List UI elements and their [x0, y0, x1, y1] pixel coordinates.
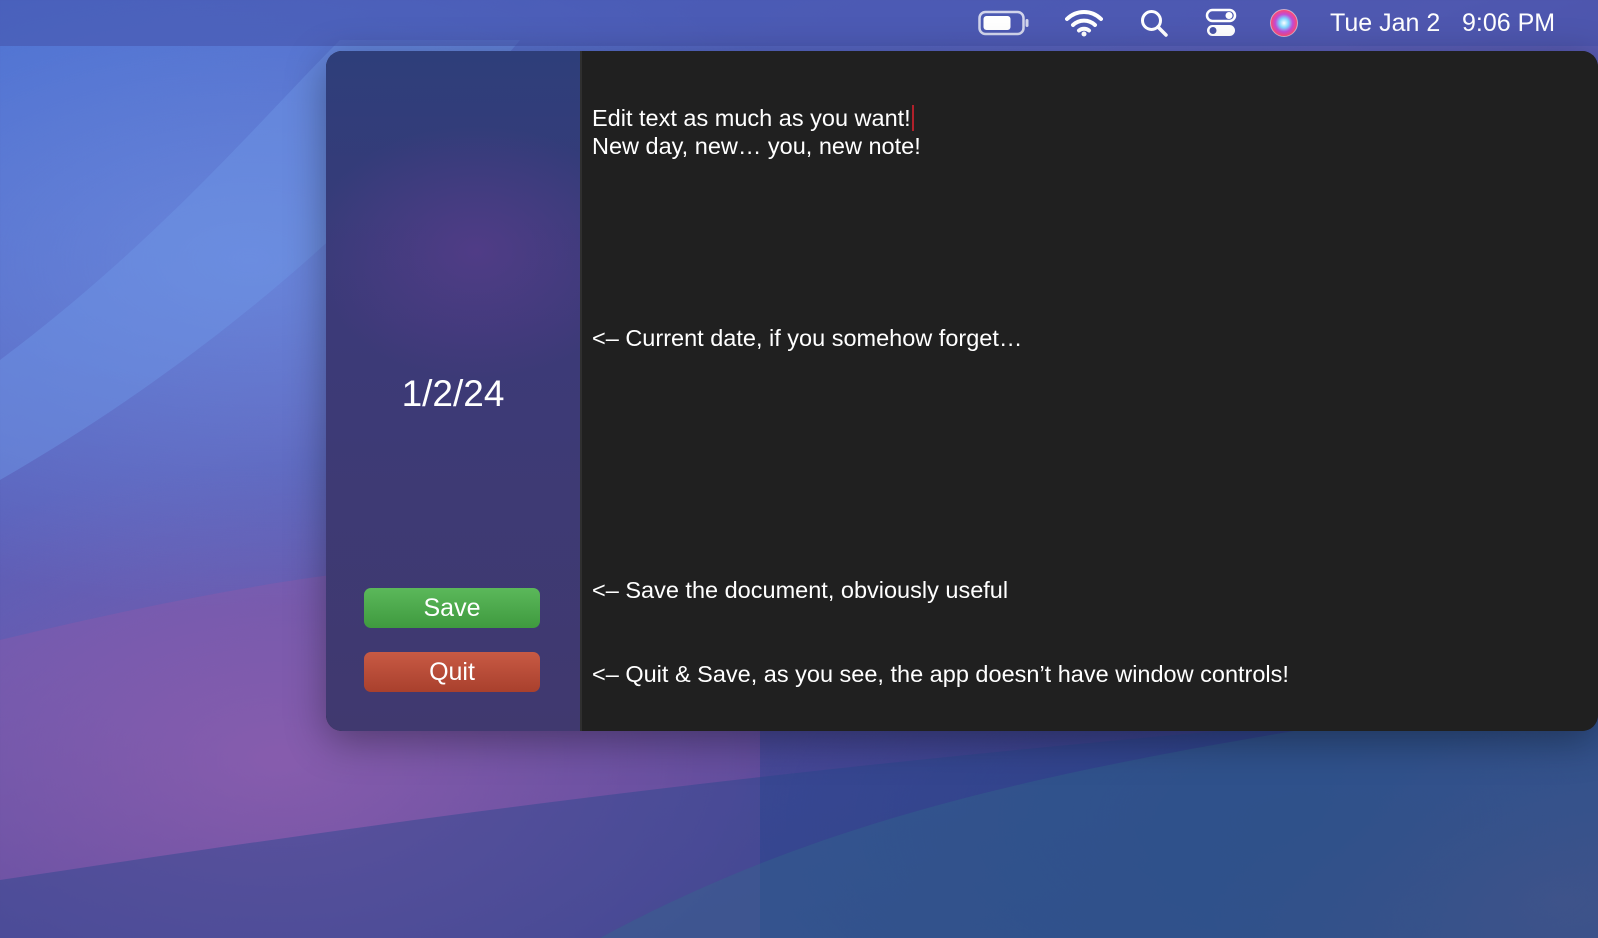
text-caret: [911, 105, 914, 131]
save-button[interactable]: Save: [364, 588, 540, 628]
note-line: New day, new… you, new note!: [592, 133, 921, 159]
note-line-text: Edit text as much as you want!: [592, 105, 911, 131]
battery-icon[interactable]: [978, 8, 1030, 38]
note-line: <– Current date, if you somehow forget…: [592, 325, 1023, 351]
note-line: Edit text as much as you want!: [592, 105, 914, 132]
siri-icon[interactable]: [1268, 8, 1300, 38]
current-date-label: 1/2/24: [401, 373, 505, 414]
app-sidebar: 1/2/24 Save Quit: [326, 51, 580, 731]
menu-bar: Tue Jan 2 9:06 PM: [0, 0, 1598, 46]
notes-app-window: 1/2/24 Save Quit Edit text as much as yo…: [326, 51, 1598, 731]
quit-button[interactable]: Quit: [364, 652, 540, 692]
note-line: <– Save the document, obviously useful: [592, 577, 1009, 603]
menubar-date[interactable]: Tue Jan 2: [1330, 0, 1440, 46]
menubar-time[interactable]: 9:06 PM: [1462, 0, 1555, 46]
spotlight-search-icon[interactable]: [1138, 8, 1170, 38]
wifi-icon[interactable]: [1064, 8, 1104, 38]
note-line: <– Quit & Save, as you see, the app does…: [592, 661, 1289, 687]
note-text-editor[interactable]: Edit text as much as you want! New day, …: [582, 51, 1598, 731]
control-center-icon[interactable]: [1204, 8, 1238, 38]
